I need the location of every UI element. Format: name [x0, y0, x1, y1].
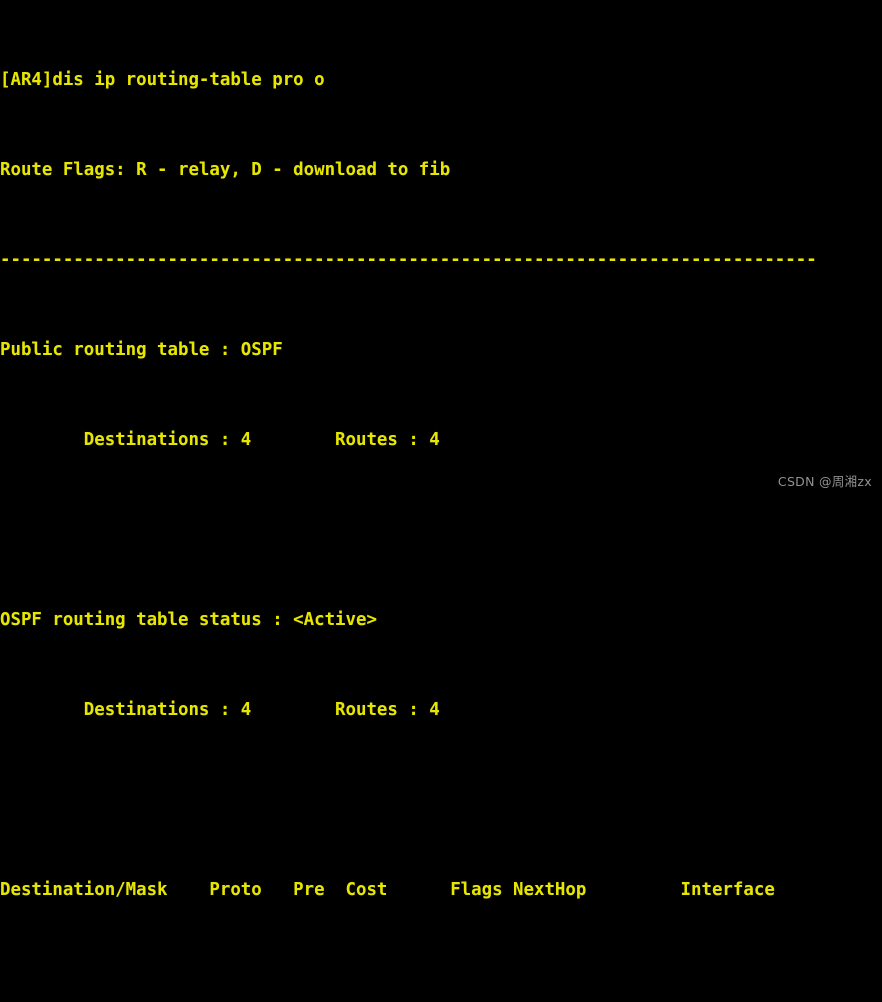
- public-routing-table-header: Public routing table : OSPF: [0, 339, 283, 360]
- csdn-watermark: CSDN @周湘zx: [777, 473, 872, 489]
- terminal-output: [AR4]dis ip routing-table pro o Route Fl…: [0, 1, 882, 1002]
- ospf-active-status-header: OSPF routing table status : <Active>: [0, 609, 377, 630]
- route-flags-line: Route Flags: R - relay, D - download to …: [0, 159, 451, 180]
- terminal-window[interactable]: [AR4]dis ip routing-table pro o Route Fl…: [0, 0, 882, 900]
- blank-line-3: [0, 969, 882, 992]
- routing-table-column-header: Destination/Mask Proto Pre Cost Flags Ne…: [0, 879, 775, 900]
- public-routing-table-summary: Destinations : 4 Routes : 4: [0, 429, 440, 450]
- blank-line-2: [0, 789, 882, 812]
- separator-line: ----------------------------------------…: [0, 249, 817, 270]
- blank-line-1: [0, 519, 882, 542]
- ospf-active-summary: Destinations : 4 Routes : 4: [0, 699, 440, 720]
- command-line: [AR4]dis ip routing-table pro o: [0, 69, 325, 90]
